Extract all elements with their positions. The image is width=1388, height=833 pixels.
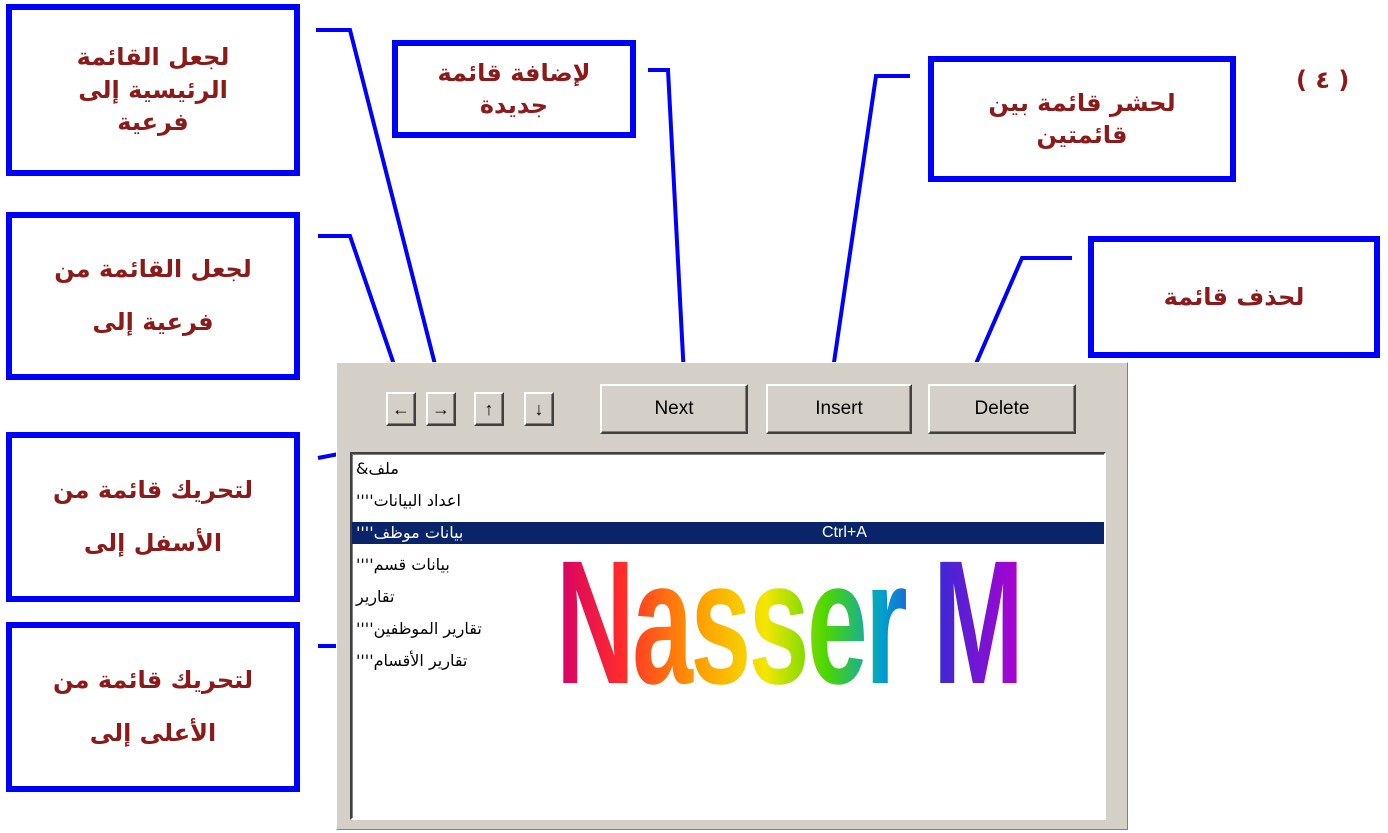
list-item-text: بيانات قسم'''' — [356, 555, 450, 574]
list-item[interactable]: ملف& — [352, 458, 1104, 480]
list-item-text: تقارير الموظفين'''' — [356, 619, 482, 638]
callout-sub-to: لجعل القائمة من فرعية إلى — [6, 212, 300, 380]
list-item-text: ملف& — [356, 459, 399, 478]
list-item-text: تقارير الأقسام'''' — [356, 651, 468, 670]
callout-line: فرعية — [117, 108, 189, 137]
callout-line: لجعل القائمة من — [54, 255, 252, 284]
callout-line: جديدة — [479, 91, 549, 119]
left-arrow-icon: ← — [392, 398, 410, 419]
callout-line: الأسفل إلى — [83, 529, 223, 557]
delete-button[interactable]: Delete — [928, 384, 1076, 434]
left-arrow-button[interactable]: ← — [386, 392, 416, 426]
callout-move-top-down: لتحريك قائمة من الأعلى إلى — [6, 622, 300, 792]
connector-add-new — [648, 68, 686, 377]
connector-sub-to — [318, 234, 402, 383]
list-item-text: تقارير — [356, 587, 395, 606]
callout-move-bottom-up: لتحريك قائمة من الأسفل إلى — [6, 432, 300, 602]
callout-delete-menu: لحذف قائمة — [1088, 236, 1380, 358]
right-arrow-button[interactable]: → — [426, 392, 456, 426]
up-arrow-icon: ↑ — [484, 398, 494, 419]
connector-insert — [830, 74, 910, 377]
list-item-text: اعداد البيانات'''' — [356, 491, 461, 510]
callout-line: لحذف قائمة — [1163, 282, 1305, 311]
right-arrow-icon: → — [432, 398, 450, 419]
callout-line: فرعية إلى — [92, 308, 214, 336]
next-button-label: Next — [654, 398, 694, 419]
step-number: ( ٤ ) — [1296, 66, 1350, 94]
down-arrow-button[interactable]: ↓ — [524, 392, 554, 426]
insert-button[interactable]: Insert — [766, 384, 912, 434]
callout-add-new: لإضافة قائمة جديدة — [392, 40, 636, 138]
callout-line: الأعلى إلى — [89, 719, 217, 747]
callout-main-to-sub: لجعل القائمة الرئيسية إلى فرعية — [6, 4, 300, 176]
up-arrow-button[interactable]: ↑ — [474, 392, 504, 426]
callout-line: الرئيسية إلى — [78, 75, 228, 104]
delete-button-label: Delete — [974, 398, 1030, 419]
list-item-text: بيانات موظف'''' — [356, 523, 464, 542]
insert-button-label: Insert — [815, 398, 863, 419]
down-arrow-icon: ↓ — [534, 398, 544, 419]
next-button[interactable]: Next — [600, 384, 748, 434]
callout-line: لتحريك قائمة من — [53, 476, 253, 505]
callout-insert-between: لحشر قائمة بين قائمتين — [928, 56, 1236, 182]
callout-line: لجعل القائمة — [76, 43, 230, 72]
callout-line: قائمتين — [1036, 121, 1128, 149]
callout-line: لإضافة قائمة — [437, 58, 591, 87]
callout-line: لحشر قائمة بين — [988, 88, 1176, 117]
callout-line: لتحريك قائمة من — [53, 666, 253, 695]
watermark-text: Nasser M — [556, 525, 1024, 721]
list-item[interactable]: اعداد البيانات'''' — [352, 490, 1104, 512]
